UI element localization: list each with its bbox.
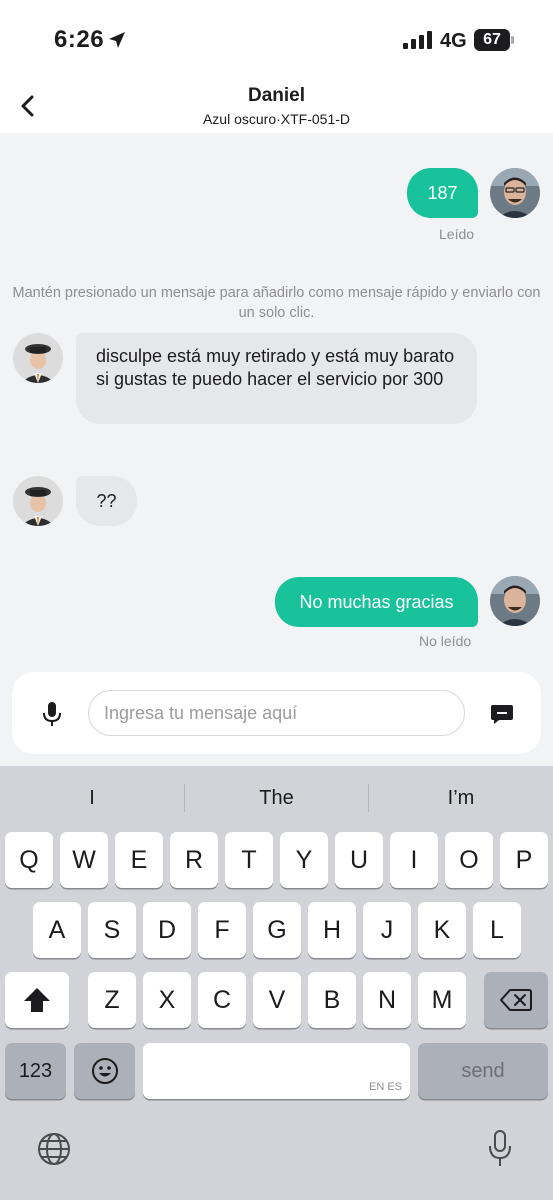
driver-avatar [13,333,63,383]
suggestion-3[interactable]: I’m [369,782,553,814]
user-avatar [490,168,540,218]
key-e[interactable]: E [115,832,163,888]
backspace-key[interactable] [484,972,548,1028]
incoming-message[interactable]: disculpe está muy retirado y está muy ba… [76,333,477,424]
keyboard: I The I’m Q W E R T Y U I O P A S D F G … [0,766,553,1200]
quick-message-icon[interactable] [490,703,514,725]
incoming-message[interactable]: ?? [76,476,137,526]
user-avatar [490,576,540,626]
key-o[interactable]: O [445,832,493,888]
contact-name: Daniel [247,85,306,106]
key-t[interactable]: T [225,832,273,888]
keyboard-languages: EN ES [368,1081,402,1093]
key-b[interactable]: B [308,972,356,1028]
quick-message-hint: Mantén presionado un mensaje para añadir… [12,285,541,321]
message-text: No muchas gracias [299,591,454,612]
suggestion-1[interactable]: I [0,782,184,814]
message-text: ?? [96,490,117,511]
driver-avatar [13,476,63,526]
network-type: 4G [440,30,467,52]
key-w[interactable]: W [60,832,108,888]
key-l[interactable]: L [473,902,521,958]
status-bar: 6:26 4G 67 [0,0,553,80]
key-y[interactable]: Y [280,832,328,888]
key-r[interactable]: R [170,832,218,888]
battery-tip [511,36,514,44]
vehicle-info: Azul oscuro·XTF-051-D [202,111,351,127]
key-x[interactable]: X [143,972,191,1028]
chat-header: Daniel Azul oscuro·XTF-051-D [0,80,553,133]
read-status: No leído [419,633,472,649]
message-text: disculpe está muy retirado y está muy ba… [96,346,455,389]
message-input[interactable] [88,690,465,736]
message-text: 187 [427,182,458,203]
shift-key[interactable] [5,972,69,1028]
key-k[interactable]: K [418,902,466,958]
suggestion-2[interactable]: The [185,782,368,814]
key-h[interactable]: H [308,902,356,958]
key-v[interactable]: V [253,972,301,1028]
backspace-icon [500,989,532,1011]
key-n[interactable]: N [363,972,411,1028]
dictation-mic-icon[interactable] [487,1130,513,1168]
microphone-icon[interactable] [40,701,64,727]
key-p[interactable]: P [500,832,548,888]
key-d[interactable]: D [143,902,191,958]
globe-icon[interactable] [37,1132,71,1166]
key-j[interactable]: J [363,902,411,958]
key-c[interactable]: C [198,972,246,1028]
location-arrow-icon [109,32,125,48]
key-g[interactable]: G [253,902,301,958]
emoji-icon [91,1058,118,1084]
key-q[interactable]: Q [5,832,53,888]
status-time: 6:26 [54,26,105,53]
key-u[interactable]: U [335,832,383,888]
key-s[interactable]: S [88,902,136,958]
battery-indicator: 67 [474,29,510,51]
read-status: Leído [439,226,475,242]
space-key[interactable]: EN ES [143,1043,410,1099]
key-f[interactable]: F [198,902,246,958]
send-key[interactable]: send [418,1043,548,1099]
emoji-key[interactable] [74,1043,135,1099]
key-a[interactable]: A [33,902,81,958]
key-i[interactable]: I [390,832,438,888]
key-z[interactable]: Z [88,972,136,1028]
numbers-key[interactable]: 123 [5,1043,66,1099]
message-composer [12,672,541,754]
key-m[interactable]: M [418,972,466,1028]
signal-strength-icon [403,31,432,49]
outgoing-message[interactable]: 187 [407,168,478,218]
outgoing-message[interactable]: No muchas gracias [275,577,478,627]
shift-icon [24,988,50,1012]
